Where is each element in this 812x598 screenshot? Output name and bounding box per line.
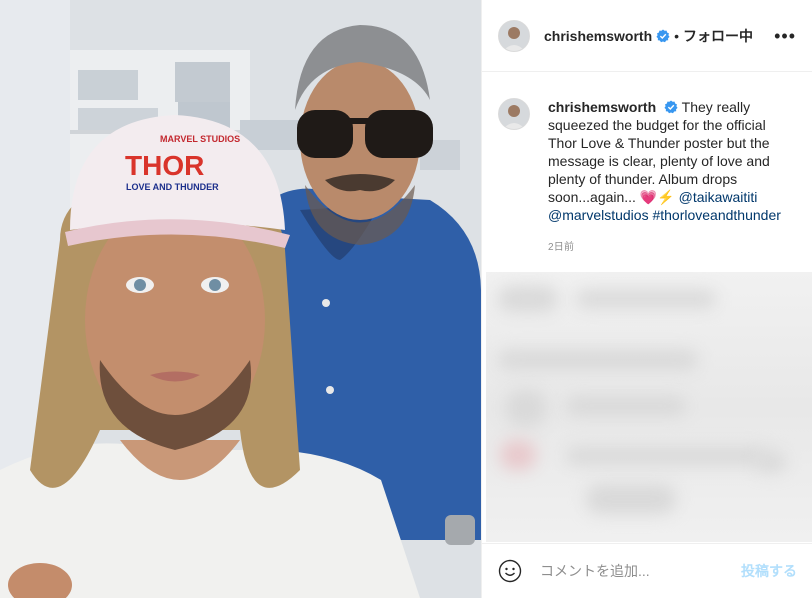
verified-badge-icon [656,28,670,42]
caption-avatar-image [499,99,529,129]
header-separator: • [674,27,680,44]
comment-bar: 投稿する [482,543,812,598]
following-button[interactable]: フォロー中 [683,26,753,46]
avatar[interactable] [498,19,530,52]
comment-input[interactable] [538,562,732,580]
post-photo-illustration: MARVEL STUDIOS THOR LOVE AND THUNDER [0,0,481,598]
blurred-comment [576,290,716,308]
cap-logo-thor: THOR [125,150,204,181]
blurred-comment [506,390,546,426]
blurred-comment [498,350,698,370]
header-username[interactable]: chrishemsworth [544,28,652,44]
avatar-image [499,20,529,51]
caption-text-block: chrishemsworth They really squeezed the … [548,98,796,224]
caption-emojis: 💗⚡ [639,189,675,205]
caption-username[interactable]: chrishemsworth [548,99,656,115]
blurred-comment [566,447,766,465]
hashtag-thorloveandthunder[interactable]: #thorloveandthunder [652,207,780,223]
more-options-icon[interactable]: ••• [774,27,796,45]
post-photo[interactable]: MARVEL STUDIOS THOR LOVE AND THUNDER [0,0,481,598]
post-comment-button[interactable]: 投稿する [741,561,797,581]
blurred-comment [586,484,676,514]
mention-taikawaititi[interactable]: @taikawaititi [679,189,758,205]
instagram-post-modal: MARVEL STUDIOS THOR LOVE AND THUNDER chr… [0,0,812,598]
emoji-icon[interactable] [498,559,522,583]
blurred-comments-area [486,272,812,542]
caption: chrishemsworth They really squeezed the … [482,72,812,224]
cap-logo-subtitle: LOVE AND THUNDER [126,182,219,192]
post-timestamp[interactable]: 2日前 [548,238,812,253]
blurred-comment [498,286,558,312]
blurred-comment [756,452,786,472]
caption-verified-badge-icon [664,100,678,114]
blurred-comment [500,440,536,470]
post-side-panel: chrishemsworth • フォロー中 ••• chrishemswort… [481,0,812,598]
caption-avatar[interactable] [498,98,530,130]
cap-logo-marvel: MARVEL STUDIOS [160,134,240,144]
blurred-comment [566,396,686,416]
mention-marvelstudios[interactable]: @marvelstudios [548,207,649,223]
post-header: chrishemsworth • フォロー中 ••• [482,0,812,72]
